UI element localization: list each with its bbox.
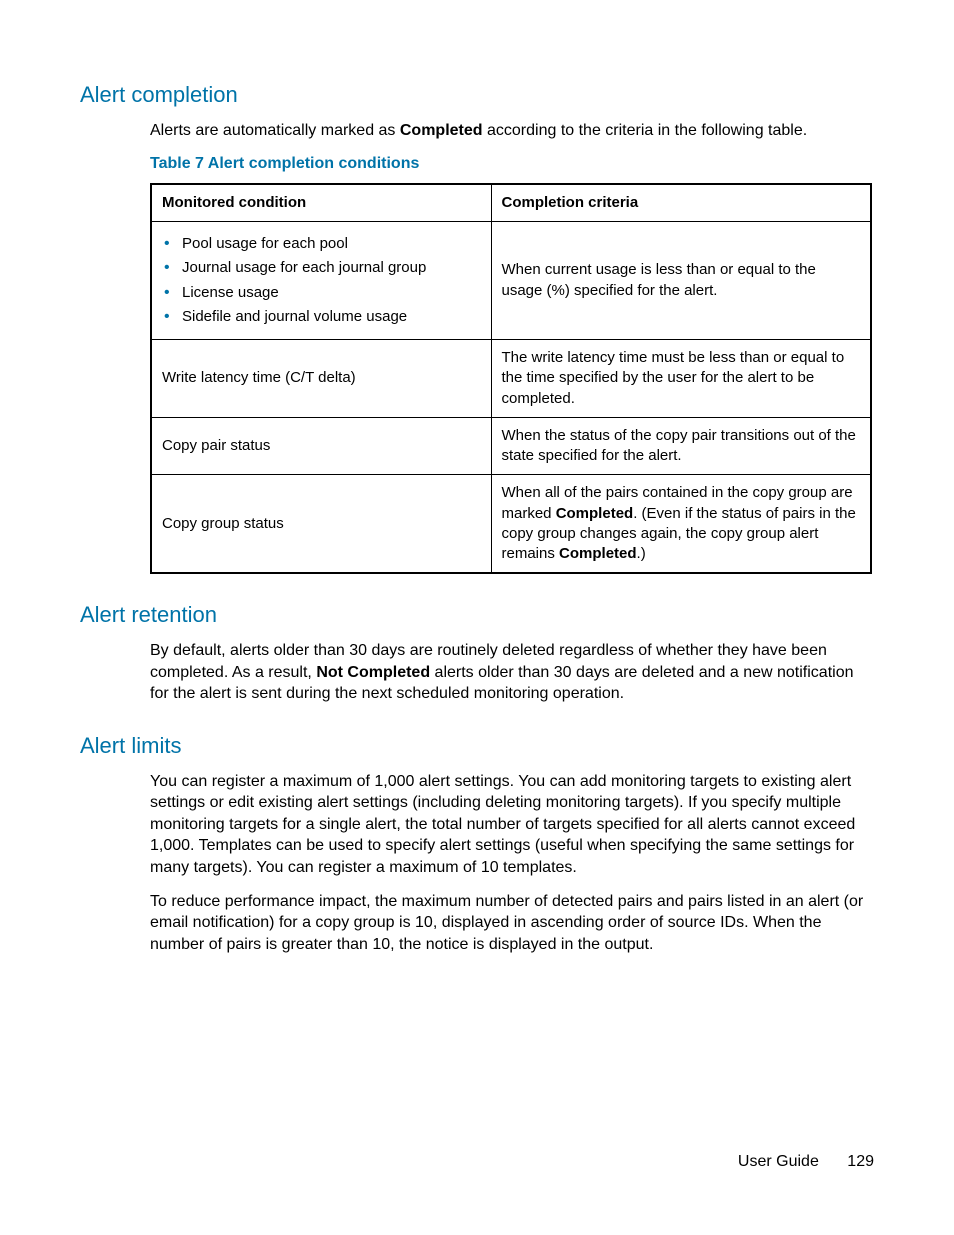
limits-p1: You can register a maximum of 1,000 aler… xyxy=(150,771,874,879)
list-item: Pool usage for each pool xyxy=(162,234,481,254)
list-item: Sidefile and journal volume usage xyxy=(162,307,481,327)
table-row: Copy group status When all of the pairs … xyxy=(151,475,871,574)
page-number: 129 xyxy=(847,1151,874,1173)
cell-criteria: When the status of the copy pair transit… xyxy=(491,417,871,475)
alert-completion-table: Monitored condition Completion criteria … xyxy=(150,183,872,575)
intro-pre: Alerts are automatically marked as xyxy=(150,122,400,139)
cell-condition: Pool usage for each pool Journal usage f… xyxy=(151,222,491,340)
section-body-alert-retention: By default, alerts older than 30 days ar… xyxy=(150,640,874,705)
table-row: Write latency time (C/T delta) The write… xyxy=(151,340,871,418)
heading-alert-retention: Alert retention xyxy=(80,600,874,630)
criteria-post: .) xyxy=(637,545,646,562)
table-caption: Table 7 Alert completion conditions xyxy=(150,153,874,175)
retention-paragraph: By default, alerts older than 30 days ar… xyxy=(150,640,874,705)
cell-criteria: When all of the pairs contained in the c… xyxy=(491,475,871,574)
retention-bold: Not Completed xyxy=(316,664,430,681)
criteria-bold1: Completed xyxy=(556,505,634,522)
section-body-alert-completion: Alerts are automatically marked as Compl… xyxy=(150,120,874,575)
intro-bold: Completed xyxy=(400,122,483,139)
cell-condition: Copy group status xyxy=(151,475,491,574)
th-criteria: Completion criteria xyxy=(491,184,871,222)
page-footer: User Guide 129 xyxy=(738,1151,874,1173)
criteria-bold2: Completed xyxy=(559,545,637,562)
limits-p2-post: is displayed in the output. xyxy=(473,936,654,953)
page: Alert completion Alerts are automaticall… xyxy=(0,0,954,1235)
section-body-alert-limits: You can register a maximum of 1,000 aler… xyxy=(150,771,874,956)
condition-list: Pool usage for each pool Journal usage f… xyxy=(162,234,481,327)
table-header-row: Monitored condition Completion criteria xyxy=(151,184,871,222)
limits-p2: To reduce performance impact, the maximu… xyxy=(150,891,874,956)
table-row: Copy pair status When the status of the … xyxy=(151,417,871,475)
footer-label: User Guide xyxy=(738,1153,819,1170)
intro-paragraph: Alerts are automatically marked as Compl… xyxy=(150,120,874,142)
cell-criteria: The write latency time must be less than… xyxy=(491,340,871,418)
heading-alert-limits: Alert limits xyxy=(80,731,874,761)
cell-criteria: When current usage is less than or equal… xyxy=(491,222,871,340)
cell-condition: Copy pair status xyxy=(151,417,491,475)
list-item: License usage xyxy=(162,283,481,303)
intro-post: according to the criteria in the followi… xyxy=(483,122,808,139)
list-item: Journal usage for each journal group xyxy=(162,258,481,278)
heading-alert-completion: Alert completion xyxy=(80,80,874,110)
table-row: Pool usage for each pool Journal usage f… xyxy=(151,222,871,340)
cell-condition: Write latency time (C/T delta) xyxy=(151,340,491,418)
th-condition: Monitored condition xyxy=(151,184,491,222)
